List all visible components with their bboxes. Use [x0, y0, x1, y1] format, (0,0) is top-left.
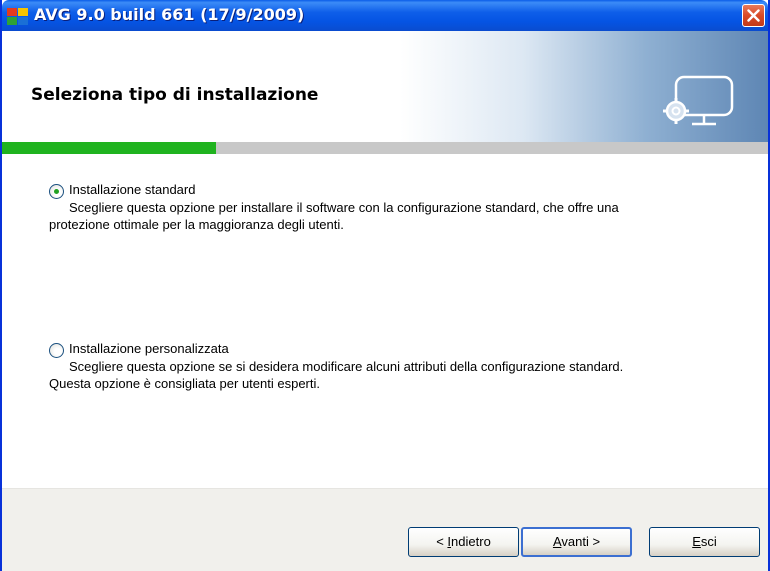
title-bar[interactable]: AVG 9.0 build 661 (17/9/2009): [2, 0, 768, 31]
exit-button-mnemonic: E: [692, 534, 701, 549]
next-button[interactable]: Avanti >: [521, 527, 632, 557]
install-progress-bar: [2, 142, 768, 154]
radio-custom[interactable]: [49, 343, 64, 358]
back-button-label: ndietro: [451, 534, 491, 549]
install-progress-fill: [2, 142, 217, 154]
option-standard-label[interactable]: Installazione standard: [69, 182, 195, 197]
exit-button-label: sci: [700, 534, 717, 549]
computer-gear-icon: [662, 71, 742, 135]
option-custom-description-line2: Questa opzione è consigliata per utenti …: [49, 376, 321, 391]
next-button-label: vanti: [561, 534, 589, 549]
option-custom-description: Scegliere questa opzione se si desidera …: [49, 358, 759, 392]
button-footer: < Indietro Avanti > Esci: [2, 488, 768, 571]
back-button-prefix: <: [436, 534, 448, 549]
next-button-suffix: >: [588, 534, 601, 549]
close-button[interactable]: [742, 4, 765, 27]
radio-standard[interactable]: [49, 184, 64, 199]
option-standard-description-line1: Scegliere questa opzione per installare …: [69, 200, 619, 215]
option-custom-description-line1: Scegliere questa opzione se si desidera …: [69, 359, 624, 374]
close-icon: [747, 9, 760, 22]
option-custom-label[interactable]: Installazione personalizzata: [69, 341, 229, 356]
exit-button[interactable]: Esci: [649, 527, 760, 557]
option-standard-description-line2: protezione ottimale per la maggioranza d…: [49, 217, 344, 232]
option-standard-description: Scegliere questa opzione per installare …: [49, 199, 759, 233]
installer-window: AVG 9.0 build 661 (17/9/2009) Seleziona …: [0, 0, 770, 571]
back-button[interactable]: < Indietro: [408, 527, 519, 557]
page-title: Seleziona tipo di installazione: [31, 85, 319, 105]
avg-logo-icon: [7, 6, 29, 26]
radio-selected-dot: [54, 189, 59, 194]
header-banner: Seleziona tipo di installazione: [2, 31, 768, 142]
window-title: AVG 9.0 build 661 (17/9/2009): [34, 5, 305, 24]
